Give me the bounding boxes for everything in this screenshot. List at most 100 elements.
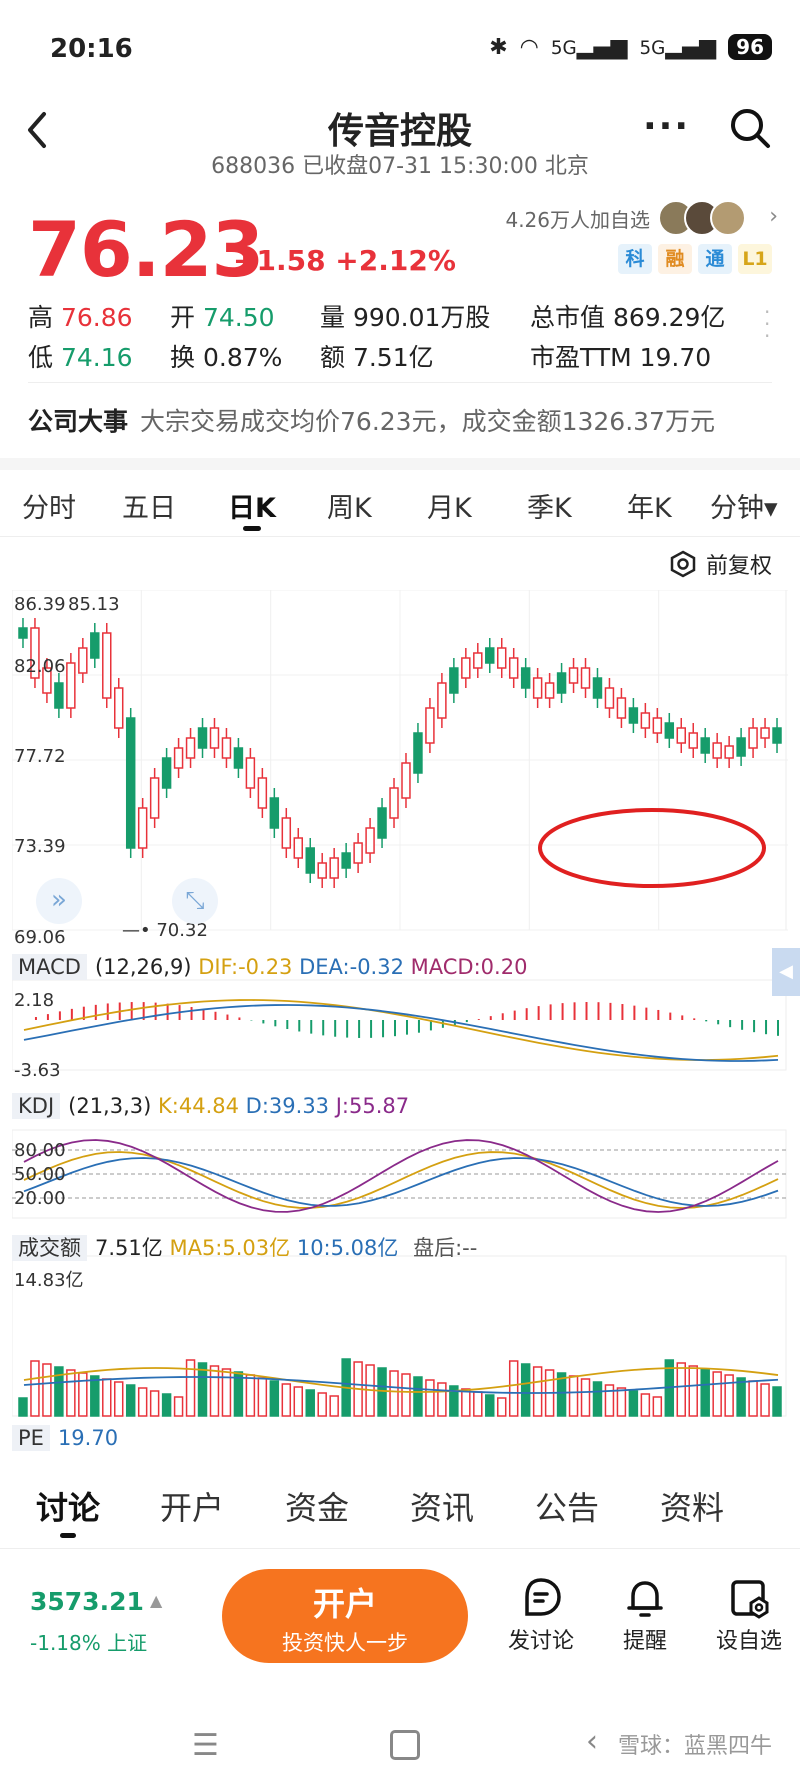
tab-profile[interactable]: 资料 (660, 1483, 724, 1529)
candle-body (209, 727, 220, 749)
candle-body (197, 727, 208, 749)
watchlist-icon (704, 1573, 794, 1623)
candle-body (580, 667, 591, 689)
candle-body (137, 807, 148, 849)
index-change[interactable]: -1.18% 上证 (30, 1627, 147, 1656)
turnover-bar (389, 1370, 399, 1417)
tab-yearly-k[interactable]: 年K (627, 486, 672, 525)
turnover-ma5: MA5:5.03亿 (169, 1236, 291, 1260)
amount-value: 额 7.51亿 (320, 343, 434, 372)
turnover-bar (616, 1387, 627, 1417)
company-event[interactable]: 公司大事 大宗交易成交均价76.23元，成交金额1326.37万元 (28, 402, 715, 438)
turnover-header[interactable]: 成交额 7.51亿 MA5:5.03亿 10:5.08亿 盘后:-- (12, 1232, 477, 1262)
open-account-button[interactable]: 开户 投资快人一步 (222, 1569, 468, 1663)
watermark: 雪球：蓝黑四牛 (617, 1734, 772, 1759)
turnover-bar (114, 1381, 124, 1417)
more-icon[interactable]: ··· (643, 106, 690, 147)
candle-body (664, 722, 675, 739)
turnover-bar (760, 1383, 770, 1417)
candle-body (724, 745, 734, 759)
macd-params: (12,26,9) (94, 955, 192, 979)
high-value: 76.86 (60, 303, 133, 332)
turnover-bar (78, 1372, 88, 1417)
candle-body (257, 777, 268, 809)
tab-weekly-k[interactable]: 周K (327, 486, 372, 525)
kdj-header[interactable]: KDJ (21,3,3) K:44.84 D:39.33 J:55.87 (12, 1093, 410, 1119)
avatar (710, 200, 746, 236)
turnover-bar (90, 1375, 100, 1417)
tab-open-account[interactable]: 开户 (160, 1483, 224, 1529)
tab-intraday[interactable]: 分时 (22, 486, 76, 525)
market-cap-value: 总市值 869.29亿 (530, 303, 726, 332)
index-value[interactable]: 3573.21 (30, 1587, 144, 1616)
candle-body (485, 647, 495, 664)
candle-body (760, 727, 770, 739)
expand-right-icon[interactable]: » (36, 878, 82, 924)
badge-connect[interactable]: 通 (698, 244, 732, 274)
tab-announcements[interactable]: 公告 (535, 1483, 599, 1529)
period-tabs: 分时 五日 日K 周K 月K 季K 年K 分钟▾ (0, 470, 800, 537)
menu-icon[interactable]: ☰ (192, 1728, 219, 1763)
candle-body (173, 747, 184, 769)
candle-body (640, 712, 651, 729)
macd-dif-line (23, 999, 779, 1061)
tab-discussion[interactable]: 讨论 (36, 1483, 100, 1538)
turnover-tag: 成交额 (12, 1235, 87, 1261)
badge-level1[interactable]: L1 (738, 244, 772, 274)
pane-frame (12, 979, 787, 1071)
turnover-bar (30, 1360, 40, 1417)
bluetooth-icon: ✱ (489, 34, 508, 60)
turnover-bar (700, 1368, 710, 1417)
fullscreen-icon[interactable]: ⤡ (172, 878, 218, 924)
tab-capital[interactable]: 资金 (285, 1483, 349, 1529)
candle-body (473, 652, 483, 669)
alert-button[interactable]: 提醒 (600, 1573, 690, 1655)
candle-body (604, 687, 615, 709)
turnover-ma10: 10:5.08亿 (296, 1236, 399, 1260)
current-price: 76.23 (28, 205, 264, 294)
home-icon[interactable] (390, 1730, 420, 1760)
turnover-bar (149, 1390, 160, 1417)
candlestick-chart[interactable] (12, 590, 788, 1450)
candle-body (568, 667, 579, 684)
tab-daily-k[interactable]: 日K (228, 486, 276, 531)
tab-monthly-k[interactable]: 月K (427, 486, 472, 525)
pe-value: 19.70 (57, 1426, 119, 1450)
follower-avatars[interactable] (658, 200, 748, 236)
chevron-right-icon[interactable]: › (769, 204, 778, 229)
kdj-level-label: 50.00 (14, 1164, 66, 1185)
candle-body (449, 667, 459, 694)
turnover-bar (269, 1380, 280, 1417)
turnover-bar (437, 1382, 447, 1417)
collapse-panel-icon[interactable]: ◀ (772, 948, 800, 996)
kdj-d: D:39.33 (245, 1094, 330, 1118)
post-label: 发讨论 (507, 1629, 574, 1654)
candle-body (712, 742, 722, 759)
more-dots-icon[interactable]: · · · (764, 302, 770, 346)
market-badges: 科 融 通 L1 (618, 244, 772, 274)
badge-star-market[interactable]: 科 (618, 244, 652, 274)
macd-header[interactable]: MACD (12,26,9) DIF:-0.23 DEA:-0.32 MACD:0… (12, 954, 527, 980)
add-watchlist-button[interactable]: 设自选 (704, 1573, 794, 1655)
badge-margin[interactable]: 融 (658, 244, 692, 274)
pe-ttm-value: 市盈TTM 19.70 (530, 343, 712, 372)
tab-minute[interactable]: 分钟▾ (710, 486, 778, 525)
tab-five-day[interactable]: 五日 (122, 486, 176, 525)
search-icon[interactable] (728, 106, 772, 154)
watchlist-label: 设自选 (715, 1629, 782, 1654)
candle-body (281, 817, 292, 849)
restore-toggle[interactable]: 前复权 (668, 548, 772, 580)
tab-news[interactable]: 资讯 (410, 1483, 474, 1529)
candle-body (401, 762, 411, 799)
tab-quarterly-k[interactable]: 季K (527, 486, 572, 525)
candle-body (772, 727, 782, 744)
turnover-bar (209, 1365, 220, 1417)
event-text: 大宗交易成交均价76.23元，成交金额1326.37万元 (140, 407, 715, 436)
followers-count[interactable]: 4.26万人加自选 (505, 204, 650, 233)
post-discussion-button[interactable]: 发讨论 (496, 1573, 586, 1655)
candle-body (628, 707, 639, 724)
turnover-label: 换 (170, 343, 196, 372)
back-nav-icon[interactable]: ‹ (586, 1724, 598, 1759)
pe-header[interactable]: PE 19.70 (12, 1425, 119, 1451)
kdj-j: J:55.87 (335, 1094, 410, 1118)
